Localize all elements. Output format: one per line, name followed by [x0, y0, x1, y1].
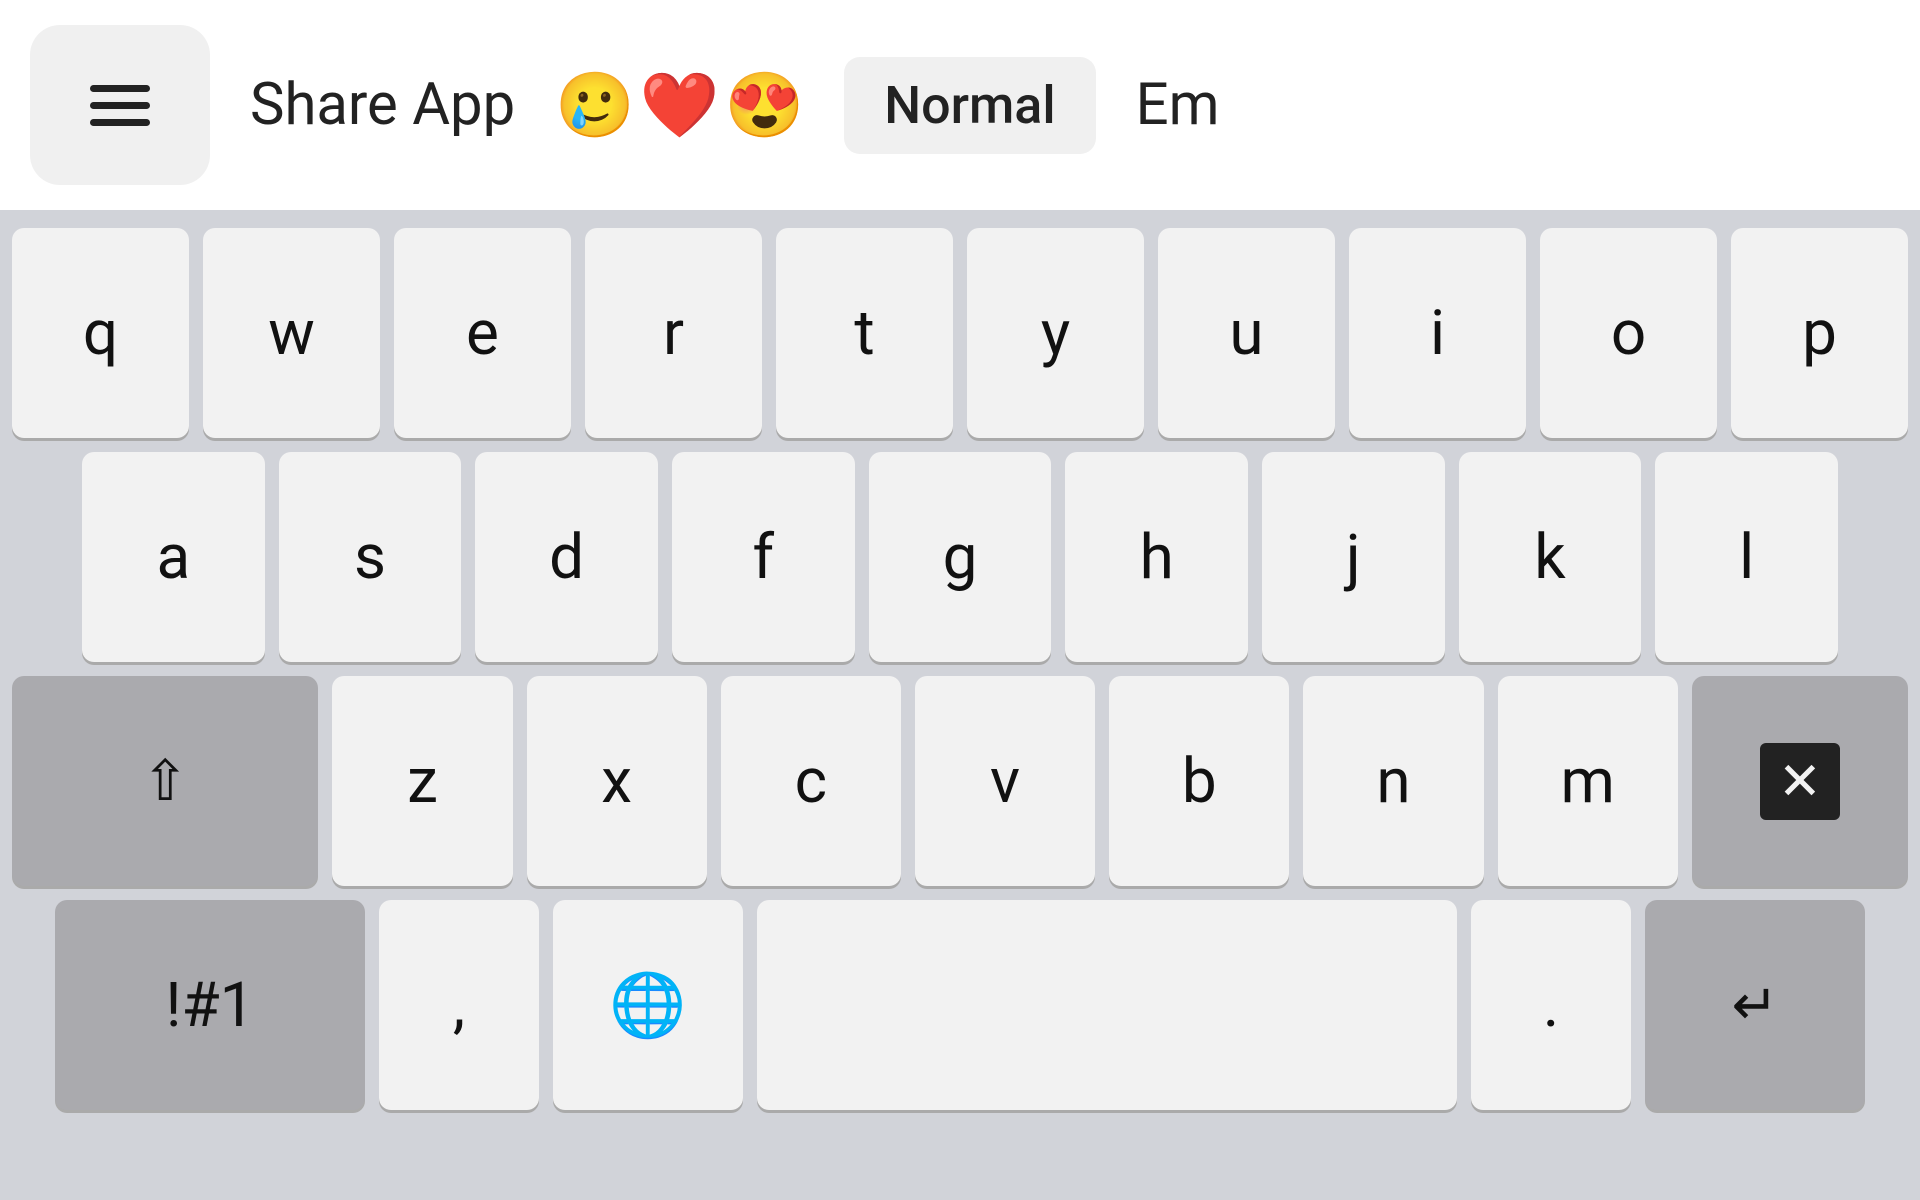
- key-r[interactable]: r: [585, 228, 762, 438]
- key-j[interactable]: j: [1262, 452, 1445, 662]
- em-label: Em: [1136, 71, 1220, 139]
- key-numbers[interactable]: !#1: [55, 900, 365, 1110]
- key-o[interactable]: o: [1540, 228, 1717, 438]
- key-h[interactable]: h: [1065, 452, 1248, 662]
- key-n[interactable]: n: [1303, 676, 1483, 886]
- key-w[interactable]: w: [203, 228, 380, 438]
- key-globe[interactable]: 🌐: [553, 900, 743, 1110]
- emoji-crying: 🥲: [555, 68, 635, 143]
- key-e[interactable]: e: [394, 228, 571, 438]
- emoji-group: 🥲 ❤️ 😍: [555, 68, 804, 143]
- key-v[interactable]: v: [915, 676, 1095, 886]
- key-l[interactable]: l: [1655, 452, 1838, 662]
- key-z[interactable]: z: [332, 676, 512, 886]
- top-bar: Share App 🥲 ❤️ 😍 Normal Em: [0, 0, 1920, 210]
- key-i[interactable]: i: [1349, 228, 1526, 438]
- normal-button[interactable]: Normal: [844, 57, 1095, 154]
- key-k[interactable]: k: [1459, 452, 1642, 662]
- key-p[interactable]: p: [1731, 228, 1908, 438]
- key-t[interactable]: t: [776, 228, 953, 438]
- keyboard-row-4: !#1 , 🌐 . ↵: [12, 900, 1908, 1110]
- key-g[interactable]: g: [869, 452, 1052, 662]
- menu-button[interactable]: [30, 25, 210, 185]
- normal-label: Normal: [884, 75, 1055, 136]
- key-x[interactable]: x: [527, 676, 707, 886]
- key-period[interactable]: .: [1471, 900, 1631, 1110]
- key-q[interactable]: q: [12, 228, 189, 438]
- emoji-heart-eyes: 😍: [725, 68, 805, 143]
- key-m[interactable]: m: [1498, 676, 1678, 886]
- hamburger-line-2: [90, 102, 150, 109]
- hamburger-line-1: [90, 85, 150, 92]
- key-f[interactable]: f: [672, 452, 855, 662]
- key-u[interactable]: u: [1158, 228, 1335, 438]
- key-comma[interactable]: ,: [379, 900, 539, 1110]
- keyboard-row-1: q w e r t y u i o p: [12, 228, 1908, 438]
- key-c[interactable]: c: [721, 676, 901, 886]
- emoji-heart: ❤️: [640, 68, 720, 143]
- share-app-label: Share App: [250, 71, 515, 139]
- keyboard-row-3: ⇧ z x c v b n m ✕: [12, 676, 1908, 886]
- key-d[interactable]: d: [475, 452, 658, 662]
- hamburger-icon: [90, 85, 150, 126]
- shift-icon: ⇧: [142, 748, 189, 814]
- key-backspace[interactable]: ✕: [1692, 676, 1908, 886]
- key-return[interactable]: ↵: [1645, 900, 1865, 1110]
- key-y[interactable]: y: [967, 228, 1144, 438]
- return-icon: ↵: [1732, 972, 1779, 1038]
- key-s[interactable]: s: [279, 452, 462, 662]
- key-b[interactable]: b: [1109, 676, 1289, 886]
- key-space[interactable]: [757, 900, 1457, 1110]
- globe-icon: 🌐: [609, 969, 686, 1042]
- key-a[interactable]: a: [82, 452, 265, 662]
- key-shift[interactable]: ⇧: [12, 676, 318, 886]
- keyboard-row-2: a s d f g h j k l: [12, 452, 1908, 662]
- hamburger-line-3: [90, 119, 150, 126]
- backspace-icon: ✕: [1760, 743, 1840, 820]
- keyboard-area: q w e r t y u i o p a s d f g h j k l ⇧ …: [0, 210, 1920, 1200]
